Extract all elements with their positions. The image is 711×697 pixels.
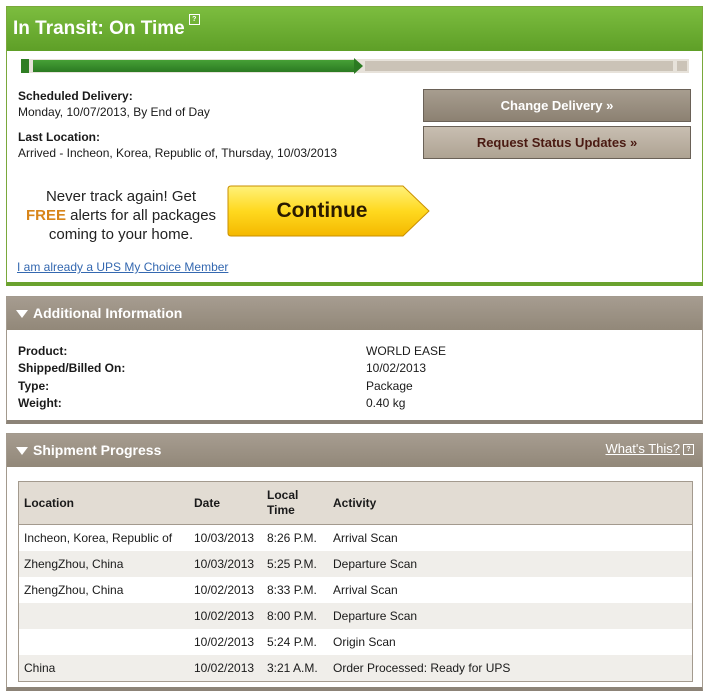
location-cell: Incheon, Korea, Republic of (24, 531, 173, 545)
local-time-cell: 8:26 P.M. (267, 531, 317, 545)
location-cell (18, 603, 189, 629)
local-time-cell: 8:00 P.M. (262, 603, 328, 629)
local-time-cell: 5:24 P.M. (267, 635, 317, 649)
collapse-triangle-icon (16, 447, 28, 455)
date-cell: 10/02/2013 (194, 635, 255, 649)
my-choice-member-link[interactable]: I am already a UPS My Choice Member (17, 260, 228, 274)
date-cell: 10/03/2013 (189, 551, 262, 577)
additional-information-header[interactable]: Additional Information (7, 297, 702, 330)
shipment-progress-title: Shipment Progress (33, 442, 162, 458)
change-delivery-button[interactable]: Change Delivery » (423, 89, 691, 122)
additional-information-panel: Additional Information Product: WORLD EA… (6, 296, 703, 424)
progress-end-cap (677, 61, 687, 71)
weight-value: 0.40 kg (366, 396, 406, 410)
column-header-activity: Activity (328, 481, 693, 525)
progress-fill (33, 60, 354, 72)
last-location-value: Arrived - Incheon, Korea, Republic of, T… (18, 146, 338, 160)
table-header-row: Location Date Local Time Activity (18, 481, 693, 525)
promo-line-3: coming to your home. (48, 226, 194, 243)
table-row: 10/02/2013 8:00 P.M. Departure Scan (18, 603, 693, 629)
activity-cell: Arrival Scan (333, 531, 398, 545)
type-label: Type: (18, 379, 50, 393)
weight-label: Weight: (18, 396, 62, 410)
promo-text: Never track again! Get FREE alerts for a… (11, 187, 231, 244)
progress-remaining (365, 61, 673, 71)
promo-line-2: alerts for all packages (65, 207, 217, 224)
whats-this-link[interactable]: What's This? (606, 441, 681, 456)
location-cell: ZhengZhou, China (18, 551, 189, 577)
product-label: Product: (18, 344, 68, 358)
activity-cell: Order Processed: Ready for UPS (328, 655, 693, 682)
local-time-cell: 8:33 P.M. (267, 583, 317, 597)
date-cell: 10/02/2013 (189, 655, 262, 682)
location-cell: China (18, 655, 189, 682)
status-header: In Transit: On Time? (7, 7, 702, 51)
promo-free: FREE (25, 207, 66, 224)
table-row: Incheon, Korea, Republic of 10/03/2013 8:2… (19, 525, 693, 552)
column-header-local-time: Local Time (262, 481, 328, 525)
request-status-updates-button[interactable]: Request Status Updates » (423, 126, 691, 159)
table-row: 10/02/2013 5:24 P.M. Origin Scan (19, 629, 693, 655)
shipment-progress-table: Location Date Local Time Activity Incheo… (18, 481, 693, 682)
shipped-billed-value: 10/02/2013 (366, 361, 427, 375)
location-cell: ZhengZhou, China (24, 583, 124, 597)
help-icon[interactable]: ? (188, 14, 200, 25)
type-value: Package (366, 379, 413, 393)
last-location-label: Last Location: (18, 130, 101, 144)
scheduled-delivery-label: Scheduled Delivery: (18, 89, 133, 103)
activity-cell: Origin Scan (333, 635, 396, 649)
shipment-progress-header[interactable]: Shipment Progress What's This? ? (7, 434, 702, 467)
help-icon[interactable]: ? (683, 444, 694, 455)
activity-cell: Departure Scan (328, 551, 693, 577)
scheduled-delivery-value: Monday, 10/07/2013, By End of Day (18, 105, 210, 119)
collapse-triangle-icon (16, 310, 28, 318)
local-time-cell: 5:25 P.M. (262, 551, 328, 577)
continue-button-label: Continue (276, 199, 368, 222)
date-cell: 10/02/2013 (189, 603, 262, 629)
location-cell (19, 629, 190, 655)
activity-cell: Departure Scan (328, 603, 693, 629)
progress-arrow-icon (354, 58, 363, 74)
continue-button[interactable]: Continue (227, 185, 431, 237)
progress-start-cap (21, 59, 29, 73)
product-value: WORLD EASE (366, 344, 447, 358)
table-row: ZhengZhou, China 10/02/2013 8:33 P.M. Arriv… (19, 577, 693, 603)
promo-line-1: Never track again! Get (45, 188, 197, 205)
table-row: ZhengZhou, China 10/03/2013 5:25 P.M. Depar… (18, 551, 693, 577)
date-cell: 10/02/2013 (194, 583, 255, 597)
date-cell: 10/03/2013 (194, 531, 255, 545)
local-time-header-text: Local Time (267, 488, 299, 517)
activity-cell: Arrival Scan (333, 583, 398, 597)
local-time-cell: 3:21 A.M. (262, 655, 328, 682)
column-header-date: Date (189, 481, 262, 525)
additional-information-title: Additional Information (33, 305, 183, 321)
shipment-progress-panel: Shipment Progress What's This? ? Locatio… (6, 433, 703, 691)
column-header-location: Location (18, 481, 189, 525)
status-title-text: In Transit: On Time (13, 18, 185, 39)
delivery-progress-bar (21, 58, 689, 74)
shipped-billed-label: Shipped/Billed On: (18, 361, 126, 375)
status-panel: In Transit: On Time? Scheduled Delivery:… (6, 6, 703, 286)
status-title: In Transit: On Time? (13, 14, 200, 40)
table-row: China 10/02/2013 3:21 A.M. Order Processed:… (18, 655, 693, 682)
